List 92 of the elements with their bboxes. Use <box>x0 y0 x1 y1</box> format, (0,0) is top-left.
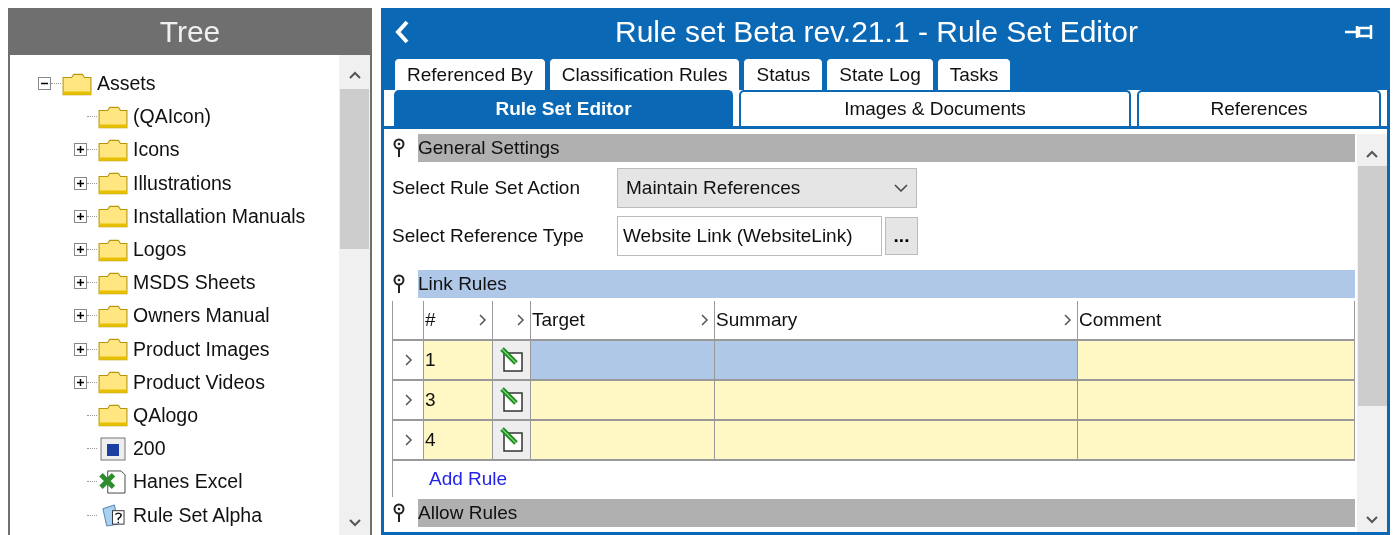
expand-icon[interactable] <box>74 243 87 257</box>
chevron-icon <box>1064 314 1072 326</box>
table-cell[interactable] <box>531 421 715 461</box>
tree-item[interactable]: Product Videos <box>133 370 265 394</box>
tree-item[interactable]: QAlogo <box>133 403 199 427</box>
tab[interactable]: References <box>1137 90 1381 126</box>
expand-icon[interactable] <box>74 176 87 190</box>
scroll-up-icon[interactable] <box>348 71 361 79</box>
tab[interactable]: Referenced By <box>394 58 546 90</box>
tab[interactable]: Status <box>743 58 824 90</box>
table-cell[interactable] <box>1078 421 1355 461</box>
collapse-icon[interactable] <box>38 77 51 91</box>
expand-icon[interactable] <box>74 375 87 389</box>
column-header[interactable]: Comment <box>1079 309 1162 331</box>
table-cell[interactable] <box>715 421 1078 461</box>
expand-icon[interactable] <box>74 309 87 323</box>
pin-icon <box>392 138 406 158</box>
column-header[interactable]: # <box>425 309 436 331</box>
pin-icon <box>392 274 406 294</box>
tab[interactable]: Tasks <box>936 58 1012 90</box>
folder-icon <box>98 171 128 196</box>
folder-icon <box>98 303 128 328</box>
tree-item[interactable]: Installation Manuals <box>133 204 306 228</box>
section-header[interactable]: Allow Rules <box>418 499 1355 527</box>
tab[interactable]: Classification Rules <box>548 58 741 90</box>
folder-icon <box>98 204 128 229</box>
scroll-down-icon[interactable] <box>348 519 361 527</box>
table-cell[interactable] <box>531 341 715 381</box>
chevron-icon <box>404 434 413 446</box>
folder-icon <box>98 370 128 395</box>
edit-icon[interactable] <box>500 387 524 413</box>
table-cell: 1 <box>424 341 493 381</box>
scroll-up-icon[interactable] <box>1366 150 1378 158</box>
tab[interactable]: State Log <box>826 58 934 90</box>
table-cell[interactable] <box>715 341 1078 381</box>
table-cell[interactable] <box>715 381 1078 421</box>
chevron-icon <box>404 394 413 406</box>
folder-icon <box>98 337 128 362</box>
expand-icon[interactable] <box>74 342 87 356</box>
chevron-icon <box>404 354 413 366</box>
back-icon[interactable] <box>394 19 410 44</box>
dropdown[interactable]: Maintain References <box>617 167 917 208</box>
tree-item[interactable]: Hanes Excel <box>133 470 243 494</box>
field-label: Select Reference Type <box>392 224 585 247</box>
chevron-icon <box>701 314 709 326</box>
tab[interactable]: Rule Set Editor <box>394 90 733 126</box>
table-cell[interactable] <box>531 381 715 421</box>
scrollbar[interactable] <box>1357 134 1387 532</box>
folder-icon <box>98 104 128 129</box>
edit-icon[interactable] <box>500 347 524 373</box>
tree-item[interactable]: Icons <box>133 138 180 162</box>
table-cell[interactable] <box>1078 341 1355 381</box>
caret-icon <box>894 183 908 192</box>
input-field[interactable]: Website Link (WebsiteLink) <box>617 215 882 256</box>
section-header[interactable]: Link Rules <box>418 270 1355 298</box>
tree-item[interactable]: Product Images <box>133 337 270 361</box>
folder-icon <box>98 403 128 428</box>
column-header[interactable]: Target <box>532 309 585 331</box>
table-cell[interactable] <box>1078 381 1355 421</box>
tree-item[interactable]: Assets <box>97 72 156 96</box>
chevron-icon <box>479 314 487 326</box>
expand-icon[interactable] <box>74 143 87 157</box>
folder-icon <box>98 137 128 162</box>
tree-item[interactable]: (QAIcon) <box>133 105 212 129</box>
column-header[interactable]: Summary <box>716 309 798 331</box>
add-rule-link[interactable]: Add Rule <box>429 468 508 490</box>
tree-item[interactable]: Illustrations <box>133 171 232 195</box>
scroll-down-icon[interactable] <box>1366 516 1378 524</box>
section-header[interactable]: General Settings <box>418 134 1355 162</box>
panel-title: Tree <box>158 14 222 50</box>
tree-item[interactable]: Rule Set Alpha <box>133 503 262 527</box>
expand-icon[interactable] <box>74 209 87 223</box>
field-label: Select Rule Set Action <box>392 176 581 199</box>
spreadsheet-icon <box>98 469 128 494</box>
tree-item[interactable]: MSDS Sheets <box>133 271 256 295</box>
pin-icon <box>392 503 406 523</box>
tab[interactable]: Images & Documents <box>739 90 1131 126</box>
table-cell: 3 <box>424 381 493 421</box>
scrollbar[interactable] <box>339 55 370 535</box>
table-cell: 4 <box>424 421 493 461</box>
folder-icon <box>62 71 92 96</box>
browse-button[interactable]: ... <box>885 216 918 255</box>
image-icon <box>98 436 128 461</box>
tree-item[interactable]: 200 <box>133 437 166 461</box>
tree-item[interactable]: Logos <box>133 238 187 262</box>
chevron-icon <box>517 314 525 326</box>
tree-item[interactable]: Owners Manual <box>133 304 270 328</box>
window-title: Rule set Beta rev.21.1 - Rule Set Editor <box>613 14 1139 49</box>
edit-icon[interactable] <box>500 427 524 453</box>
folder-icon <box>98 270 128 295</box>
folder-icon <box>98 237 128 262</box>
expand-icon[interactable] <box>74 276 87 290</box>
